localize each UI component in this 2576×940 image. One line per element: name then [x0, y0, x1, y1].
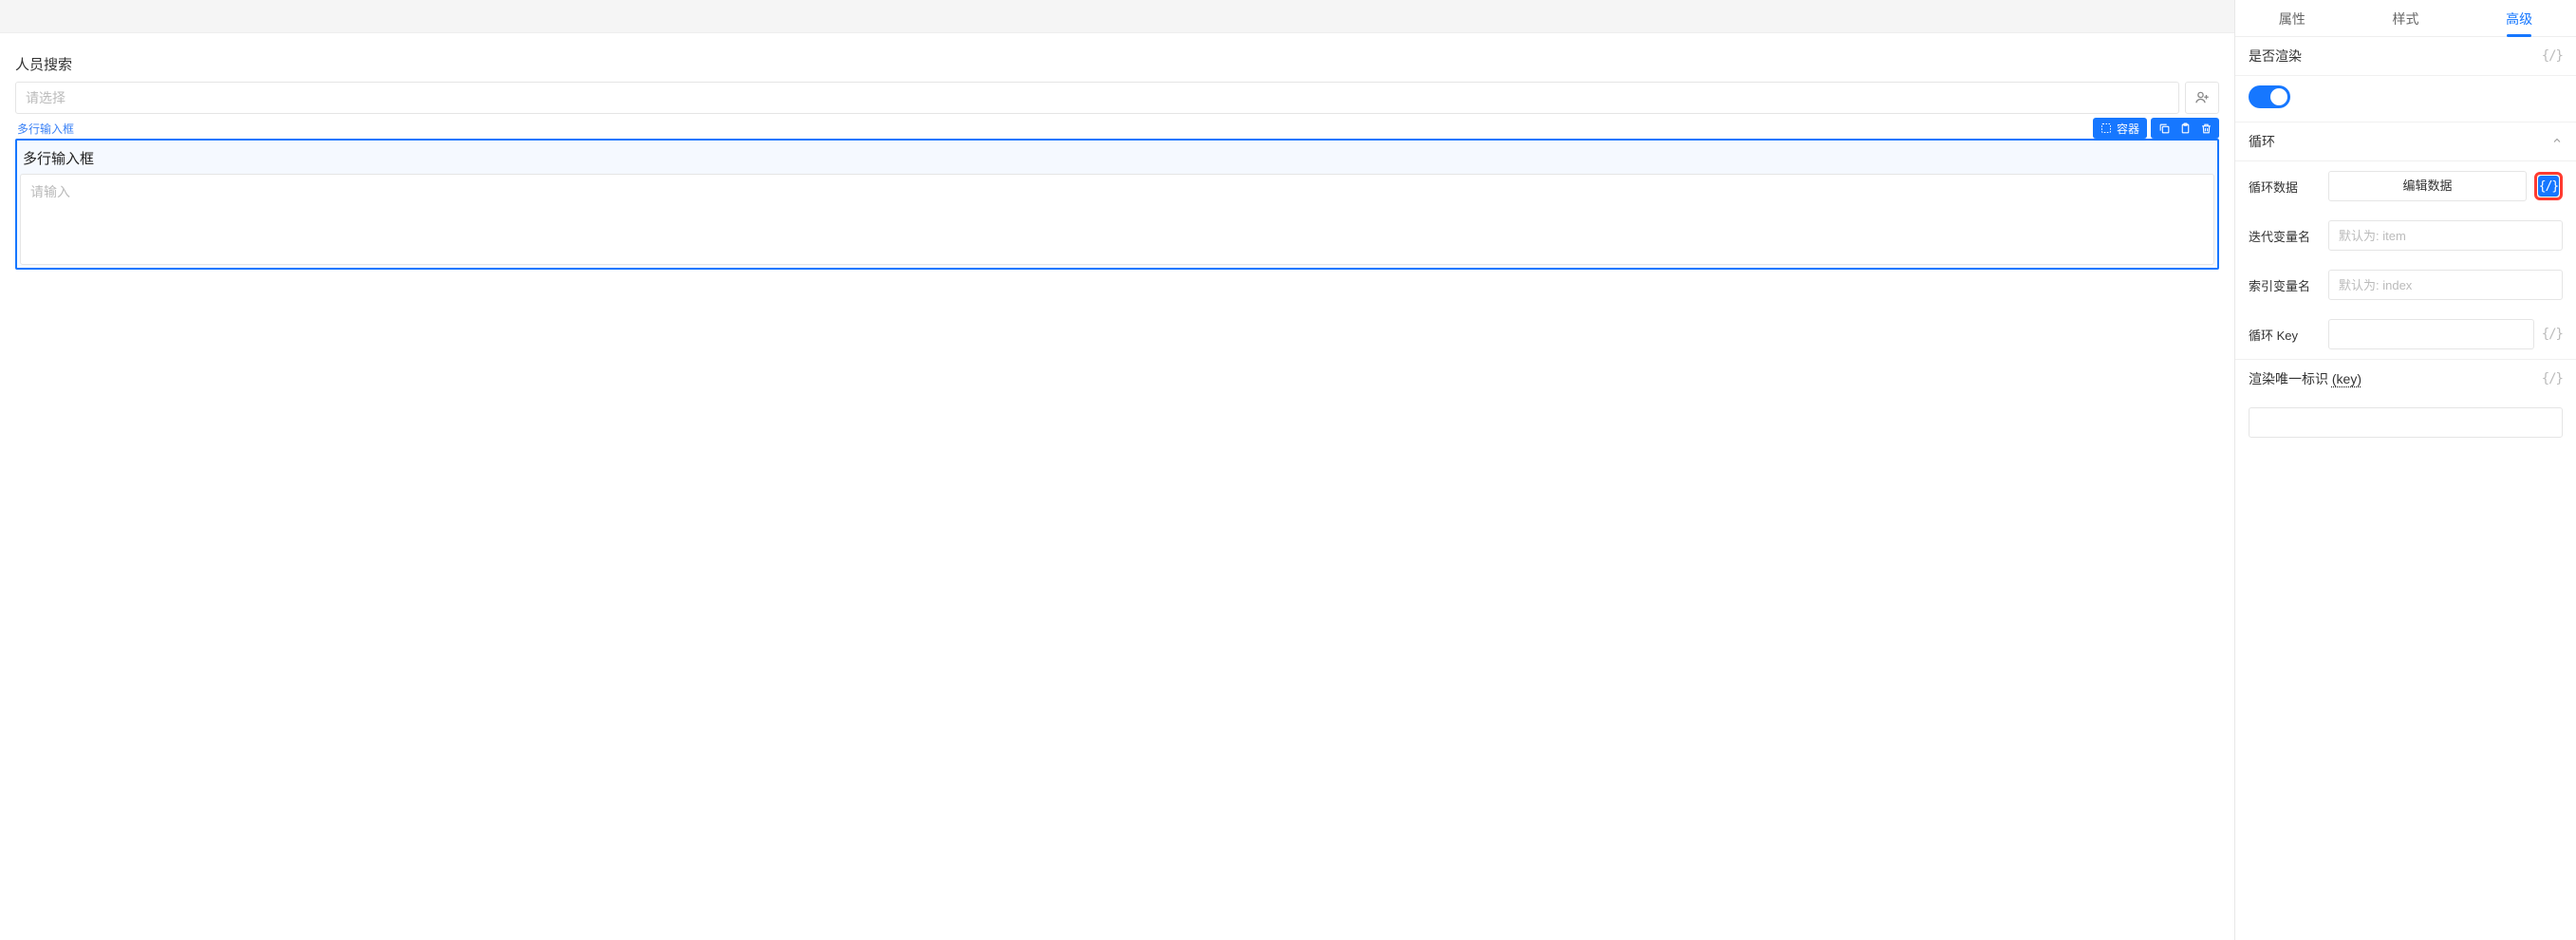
employee-search-placeholder: 请选择 [26, 88, 65, 107]
paste-action-button[interactable] [2177, 121, 2193, 136]
loop-section-title: 循环 [2249, 132, 2275, 151]
render-id-input-row [2235, 398, 2576, 447]
render-toggle[interactable] [2249, 85, 2290, 108]
loop-data-row: 循环数据 编辑数据 {/} [2235, 161, 2576, 211]
iterator-name-label: 迭代变量名 [2249, 227, 2321, 245]
canvas-body: 人员搜索 请选择 多行输入框 [0, 33, 2234, 285]
add-person-button[interactable] [2185, 82, 2219, 114]
canvas-area: 人员搜索 请选择 多行输入框 [0, 0, 2234, 940]
panel-tabs: 属性 样式 高级 [2235, 0, 2576, 37]
loop-key-row: 循环 Key {/} [2235, 310, 2576, 359]
selected-component-container[interactable]: 多行输入框 请输入 [15, 139, 2219, 270]
render-expression-button[interactable]: {/} [2542, 48, 2563, 64]
loop-data-expression-button[interactable]: {/} [2538, 176, 2559, 197]
textarea-field-label: 多行输入框 [17, 141, 2217, 174]
edit-loop-data-button[interactable]: 编辑数据 [2328, 171, 2527, 201]
parent-container-label: 容器 [2117, 121, 2139, 137]
loop-data-label: 循环数据 [2249, 178, 2321, 196]
loop-key-label: 循环 Key [2249, 326, 2321, 344]
properties-panel: 属性 样式 高级 是否渲染 {/} 循环 循环数据 编辑数据 {/} 迭代变量名 [2234, 0, 2576, 940]
loop-key-expression-button[interactable]: {/} [2542, 327, 2563, 342]
iterator-name-input[interactable] [2328, 220, 2563, 251]
render-id-key-help[interactable]: (key) [2332, 371, 2361, 386]
loop-data-expression-highlight: {/} [2534, 172, 2563, 200]
employee-search-label: 人员搜索 [15, 54, 2219, 74]
delete-action-button[interactable] [2198, 121, 2213, 136]
selected-toolbar: 容器 [2093, 118, 2219, 139]
container-icon [2100, 122, 2112, 134]
render-label: 是否渲染 [2249, 47, 2302, 66]
iterator-name-row: 迭代变量名 [2235, 211, 2576, 260]
copy-action-button[interactable] [2156, 121, 2172, 136]
tab-style[interactable]: 样式 [2349, 0, 2463, 36]
index-name-input[interactable] [2328, 270, 2563, 300]
textarea-placeholder: 请输入 [30, 184, 70, 199]
parent-container-pill[interactable]: 容器 [2093, 118, 2147, 139]
render-section-header: 是否渲染 {/} [2235, 37, 2576, 76]
selected-actions-group [2151, 118, 2219, 139]
employee-search-select[interactable]: 请选择 [15, 82, 2179, 114]
paste-icon [2179, 122, 2192, 135]
loop-section-header[interactable]: 循环 [2235, 122, 2576, 161]
loop-key-input[interactable] [2328, 319, 2534, 349]
trash-icon [2200, 122, 2212, 135]
selected-component-tag[interactable]: 多行输入框 [15, 121, 74, 137]
chevron-up-icon [2551, 135, 2563, 149]
textarea-input[interactable]: 请输入 [20, 174, 2214, 265]
render-id-input[interactable] [2249, 407, 2563, 438]
canvas-top-bar [0, 0, 2234, 33]
tab-advanced[interactable]: 高级 [2462, 0, 2576, 36]
index-name-row: 索引变量名 [2235, 260, 2576, 310]
employee-search-field: 人员搜索 请选择 [15, 54, 2219, 114]
index-name-label: 索引变量名 [2249, 276, 2321, 294]
copy-icon [2158, 122, 2171, 135]
render-id-label: 渲染唯一标识 (key) [2249, 369, 2361, 388]
person-add-icon [2193, 89, 2211, 106]
render-id-expression-button[interactable]: {/} [2542, 371, 2563, 386]
tab-attributes[interactable]: 属性 [2235, 0, 2349, 36]
selected-component-wrap: 多行输入框 容器 [15, 118, 2219, 270]
render-id-section-header: 渲染唯一标识 (key) {/} [2235, 359, 2576, 398]
